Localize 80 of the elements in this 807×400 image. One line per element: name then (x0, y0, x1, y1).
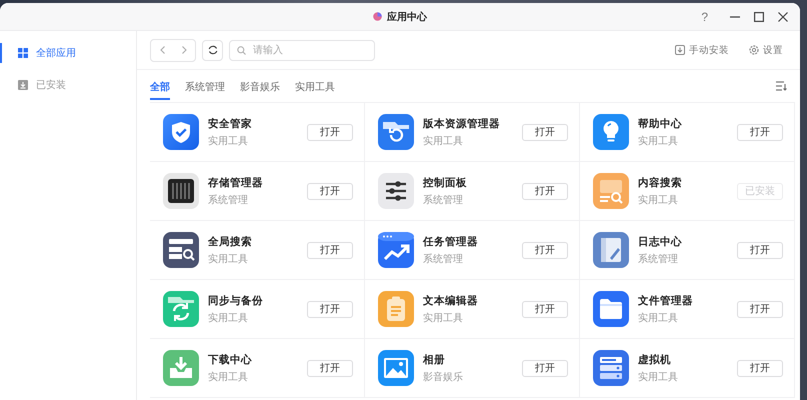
app-category: 系统管理 (423, 252, 464, 266)
sidebar-item[interactable]: 全部应用 (0, 41, 136, 65)
open-button[interactable]: 打开 (522, 124, 568, 140)
app-name: 任务管理器 (423, 234, 479, 248)
download-tray-icon (163, 350, 199, 386)
app-name: 日志中心 (638, 234, 683, 248)
app-category: 实用工具 (423, 134, 464, 148)
app-category: 实用工具 (208, 134, 249, 148)
open-button[interactable]: 打开 (307, 300, 353, 318)
image-icon (378, 350, 414, 386)
app-category: 系统管理 (208, 194, 249, 206)
open-button[interactable]: 打开 (737, 242, 783, 258)
open-button[interactable]: 打开 (307, 242, 353, 258)
app-name: 虚拟机 (638, 352, 672, 366)
grid-icon (18, 48, 28, 58)
open-button[interactable]: 打开 (522, 300, 568, 318)
app-name: 相册 (423, 352, 446, 366)
trend-chart-icon (378, 232, 414, 268)
app-category: 实用工具 (208, 370, 249, 384)
open-button[interactable]: 打开 (522, 242, 568, 258)
app-category: 实用工具 (638, 194, 679, 206)
app-logo-icon (373, 12, 382, 21)
close-icon[interactable] (778, 12, 788, 22)
app-category: 影音娱乐 (423, 370, 464, 384)
app-name: 文件管理器 (638, 294, 694, 308)
server-rack-icon (593, 350, 629, 386)
sort-icon[interactable] (776, 81, 787, 91)
app-name: 内容搜索 (638, 176, 683, 190)
sliders-icon (378, 173, 414, 209)
server-drive-icon (163, 173, 199, 209)
app-name: 全局搜索 (208, 234, 253, 248)
install-icon (675, 45, 685, 55)
download-icon (18, 80, 28, 90)
folder-icon (593, 291, 629, 327)
app-category: 系统管理 (638, 252, 679, 266)
app-category: 实用工具 (638, 312, 679, 324)
clipboard-icon (378, 291, 414, 327)
app-name: 下载中心 (208, 352, 253, 366)
maximize-icon[interactable] (754, 12, 764, 22)
app-category: 实用工具 (423, 312, 464, 324)
lightbulb-icon (593, 114, 629, 150)
app-name: 同步与备份 (208, 294, 264, 308)
tab[interactable]: 系统管理 (185, 74, 225, 100)
tab[interactable]: 全部 (150, 74, 170, 100)
open-button[interactable]: 打开 (737, 360, 783, 376)
manual-install-button[interactable]: 手动安装 (675, 44, 729, 56)
open-button[interactable]: 打开 (737, 300, 783, 318)
list-search-icon (163, 232, 199, 268)
app-name: 版本资源管理器 (423, 116, 501, 130)
settings-icon (749, 45, 759, 55)
open-button[interactable]: 打开 (307, 182, 353, 200)
app-category: 实用工具 (208, 312, 249, 324)
open-button[interactable]: 打开 (307, 124, 353, 140)
open-button[interactable]: 打开 (522, 360, 568, 376)
notebook-pen-icon (593, 232, 629, 268)
open-button[interactable]: 打开 (307, 360, 353, 376)
app-name: 帮助中心 (638, 116, 683, 130)
refresh-icon (208, 45, 218, 55)
window-title: 应用中心 (387, 10, 427, 24)
tab[interactable]: 影音娱乐 (240, 74, 280, 100)
app-category: 实用工具 (638, 370, 679, 384)
search-icon (237, 46, 246, 54)
app-category: 系统管理 (423, 194, 464, 206)
app-name: 安全管家 (208, 116, 253, 130)
settings-button[interactable]: 设置 (749, 44, 783, 56)
app-name: 文本编辑器 (423, 294, 479, 308)
image-search-icon (593, 173, 629, 209)
open-button[interactable]: 打开 (522, 182, 568, 200)
tab[interactable]: 实用工具 (295, 74, 335, 100)
app-category: 实用工具 (638, 134, 679, 148)
folder-refresh-icon (378, 114, 414, 150)
help-button[interactable]: ? (701, 10, 708, 24)
shield-check-icon (163, 114, 199, 150)
refresh-button[interactable] (202, 40, 223, 60)
sync-folder-icon (163, 291, 199, 327)
app-name: 存储管理器 (208, 176, 264, 190)
app-name: 控制面板 (423, 176, 468, 190)
search-field[interactable]: 请输入 (229, 40, 375, 60)
app-category: 实用工具 (208, 252, 249, 266)
open-button[interactable]: 打开 (737, 124, 783, 140)
